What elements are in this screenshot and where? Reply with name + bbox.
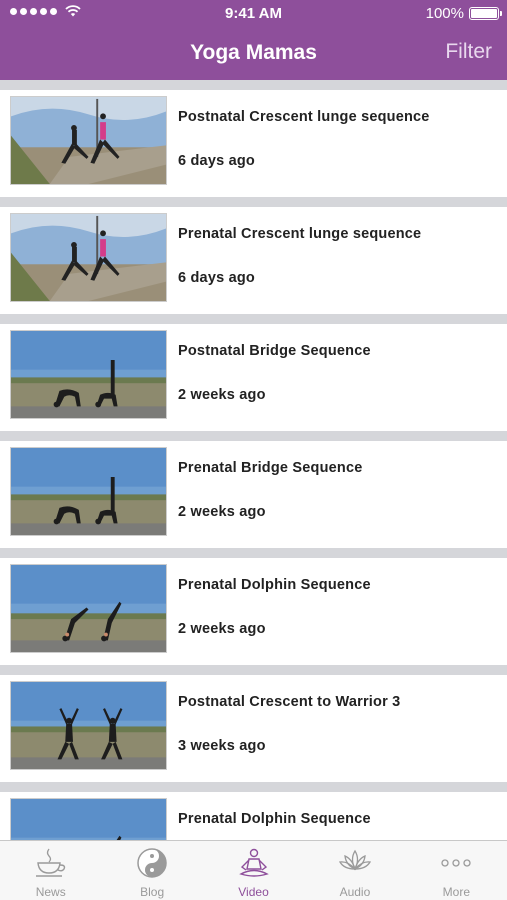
list-separator	[0, 665, 507, 675]
video-posted-time: 2 weeks ago	[178, 504, 266, 520]
video-thumbnail[interactable]	[10, 798, 167, 840]
filter-button[interactable]: Filter	[445, 40, 492, 64]
video-posted-time: 6 days ago	[178, 270, 255, 286]
tab-label: More	[442, 885, 470, 899]
video-list-item[interactable]: Postnatal Crescent to Warrior 3 3 weeks a…	[0, 675, 507, 782]
video-title: Postnatal Crescent to Warrior 3	[178, 694, 401, 710]
video-title: Prenatal Crescent lunge sequence	[178, 226, 422, 242]
video-title: Prenatal Dolphin Sequence	[178, 577, 371, 593]
navigation-bar: Yoga Mamas Filter	[0, 28, 507, 80]
battery-percent: 100%	[425, 5, 464, 22]
list-separator	[0, 314, 507, 324]
video-list-item[interactable]: Prenatal Bridge Sequence 2 weeks ago	[0, 441, 507, 548]
meditating-figure-icon	[237, 847, 271, 879]
tab-label: News	[35, 885, 66, 899]
status-bar: 9:41 AM 100%	[0, 0, 507, 28]
tab-audio[interactable]: Audio	[304, 841, 405, 900]
tab-label: Video	[238, 885, 269, 899]
video-title: Prenatal Dolphin Sequence	[178, 811, 371, 827]
video-thumbnail[interactable]	[10, 96, 167, 185]
ellipsis-icon	[439, 847, 473, 879]
video-title: Postnatal Crescent lunge sequence	[178, 109, 430, 125]
tab-more[interactable]: More	[406, 841, 507, 900]
teacup-icon	[34, 847, 68, 879]
video-thumbnail[interactable]	[10, 447, 167, 536]
video-list-item[interactable]: Prenatal Dolphin Sequence	[0, 792, 507, 840]
video-title: Prenatal Bridge Sequence	[178, 460, 363, 476]
video-posted-time: 2 weeks ago	[178, 387, 266, 403]
video-thumbnail[interactable]	[10, 330, 167, 419]
list-separator	[0, 782, 507, 792]
tab-video[interactable]: Video	[203, 841, 304, 900]
video-list[interactable]: Postnatal Crescent lunge sequence 6 days …	[0, 80, 507, 840]
list-separator	[0, 80, 507, 90]
video-thumbnail[interactable]	[10, 564, 167, 653]
video-list-item[interactable]: Prenatal Dolphin Sequence 2 weeks ago	[0, 558, 507, 665]
tab-blog[interactable]: Blog	[101, 841, 202, 900]
tab-bar: News Blog Video Audio More	[0, 840, 507, 900]
battery-icon	[469, 7, 502, 20]
video-thumbnail[interactable]	[10, 213, 167, 302]
video-list-item[interactable]: Prenatal Crescent lunge sequence 6 days a…	[0, 207, 507, 314]
video-posted-time: 6 days ago	[178, 153, 255, 169]
video-thumbnail[interactable]	[10, 681, 167, 770]
tab-label: Blog	[140, 885, 165, 899]
tab-news[interactable]: News	[0, 841, 101, 900]
video-posted-time: 3 weeks ago	[178, 738, 266, 754]
list-separator	[0, 431, 507, 441]
list-separator	[0, 548, 507, 558]
list-separator	[0, 197, 507, 207]
video-list-item[interactable]: Postnatal Crescent lunge sequence 6 days …	[0, 90, 507, 197]
video-title: Postnatal Bridge Sequence	[178, 343, 371, 359]
video-list-item[interactable]: Postnatal Bridge Sequence 2 weeks ago	[0, 324, 507, 431]
tab-label: Audio	[339, 885, 371, 899]
page-title: Yoga Mamas	[190, 41, 317, 64]
video-posted-time: 2 weeks ago	[178, 621, 266, 637]
lotus-icon	[338, 847, 372, 879]
yin-yang-icon	[135, 847, 169, 879]
